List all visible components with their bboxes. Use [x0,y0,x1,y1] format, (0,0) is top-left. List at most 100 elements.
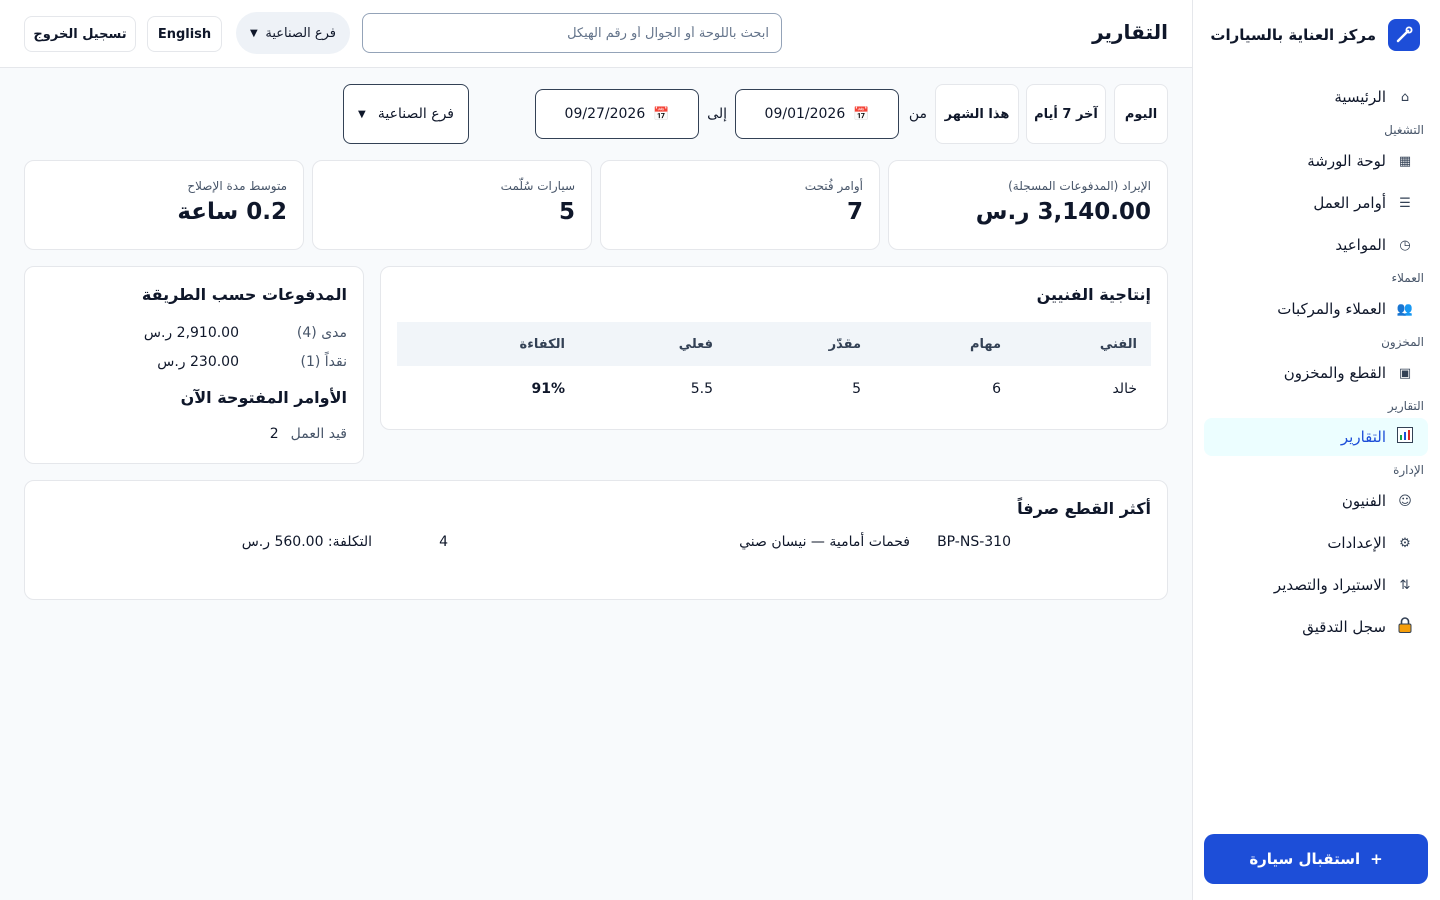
smiley-icon: ☺ [1398,493,1412,509]
branch-select-value: فرع الصناعية [265,25,336,41]
column-header: فعلي [565,322,713,366]
table-cell: 91% [531,381,565,397]
home-icon: ⌂ [1400,89,1410,105]
from-label: من [908,106,927,122]
wrench-icon [1388,19,1420,51]
payment-method: مدى (4) [296,324,347,341]
table-row: خالد 6 5 5.5 91% [397,366,1151,412]
kpi-label: أوامر فُتحت [804,179,863,193]
top-parts-card: أكثر القطع صرفاً BP-NS-310 فحمات أمامية … [24,480,1168,600]
sidebar-section-customers: العملاء [1391,271,1424,285]
payments-card: المدفوعات حسب الطريقة مدى (4) 2,910.00 ر… [24,266,364,464]
sidebar-item-settings[interactable]: ⚙ الإعدادات [1204,524,1428,562]
lock-icon [1396,617,1414,637]
receive-vehicle-button[interactable]: + استقبال سيارة [1204,834,1428,884]
column-header: الفني [1001,322,1151,366]
order-count: 2 [269,425,279,442]
language-button[interactable]: English [147,16,222,52]
bar-chart-icon [1396,427,1414,447]
kpi-card-avg-repair-time: متوسط مدة الإصلاح 0.2 ساعة [24,160,304,250]
kpi-card-cars-delivered: سيارات سُلّمت 5 [312,160,592,250]
kpi-label: الإيراد (المدفوعات المسجلة) [1008,179,1151,193]
filter-last7-button[interactable]: آخر 7 أيام [1026,84,1106,144]
section-title: المدفوعات حسب الطريقة [141,285,347,304]
calendar-icon: 📅 [653,106,670,122]
page-title: التقارير [1092,20,1168,44]
to-label: إلى [707,106,727,122]
table-header-row: الفني مهام مقدّر فعلي الكفاءة [397,322,1151,366]
sidebar-section-inventory: المخزون [1381,335,1424,349]
branch-select[interactable]: فرع الصناعية ▼ [236,12,350,54]
sidebar-item-label: سجل التدقيق [1302,618,1386,636]
tech-productivity-card: إنتاجية الفنيين الفني مهام مقدّر فعلي ال… [380,266,1168,430]
search-input[interactable] [362,13,782,53]
branch-filter-select[interactable]: فرع الصناعية ▼ [343,84,469,144]
sidebar-item-label: الفنيون [1341,492,1386,510]
users-icon: 👥 [1396,301,1414,317]
sidebar-section-admin: الإدارة [1393,463,1424,477]
column-header: مقدّر [713,322,861,366]
sidebar-item-label: القطع والمخزون [1283,364,1386,382]
payment-row: نقداً (1) 230.00 ر.س [41,347,347,376]
sidebar-item-label: الإعدادات [1327,534,1386,552]
kpi-value: 3,140.00 ر.س [975,199,1151,225]
sidebar-nav: ⌂ الرئيسية التشغيل ▦ لوحة الورشة ☰ أوامر… [1204,78,1428,650]
sidebar-item-label: المواعيد [1335,236,1386,254]
sidebar-section-operations: التشغيل [1384,123,1424,137]
swap-arrows-icon: ⇅ [1399,577,1411,593]
receive-vehicle-label: استقبال سيارة [1249,850,1361,868]
sidebar-item-reports[interactable]: التقارير [1204,418,1428,456]
tech-productivity-table: الفني مهام مقدّر فعلي الكفاءة خالد 6 5 5… [397,322,1151,412]
topbar: التقارير فرع الصناعية ▼ English تسجيل ال… [0,0,1192,68]
payments-list: مدى (4) 2,910.00 ر.س نقداً (1) 230.00 ر.… [41,318,347,376]
chevron-down-icon: ▼ [358,108,366,120]
kpi-card-revenue: الإيراد (المدفوعات المسجلة) 3,140.00 ر.س [888,160,1168,250]
chevron-down-icon: ▼ [250,27,258,39]
sidebar-item-import-export[interactable]: ⇅ الاستيراد والتصدير [1204,566,1428,604]
section-title: الأوامر المفتوحة الآن [180,388,347,407]
payment-amount: 2,910.00 ر.س [143,324,239,341]
sidebar-item-workshop-board[interactable]: ▦ لوحة الورشة [1204,142,1428,180]
kpi-label: سيارات سُلّمت [500,179,575,193]
sidebar-item-appointments[interactable]: ◷ المواعيد [1204,226,1428,264]
list-icon: ☰ [1399,195,1411,211]
table-cell: خالد [1112,381,1137,397]
payment-method: نقداً (1) [300,353,347,370]
table-cell: 5.5 [690,381,713,397]
from-date-input[interactable]: 09/01/2026 📅 [735,89,899,139]
kpi-value: 7 [846,199,863,225]
payment-row: مدى (4) 2,910.00 ر.س [41,318,347,347]
sidebar-item-label: الرئيسية [1334,88,1386,106]
logout-button[interactable]: تسجيل الخروج [24,16,136,52]
section-title: إنتاجية الفنيين [1036,285,1151,304]
column-header: الكفاءة [397,322,565,366]
box-icon: ▣ [1398,365,1412,381]
table-cell: 5 [852,381,861,397]
sidebar-item-label: الاستيراد والتصدير [1273,576,1386,594]
sidebar-item-label: أوامر العمل [1313,194,1386,212]
brand-name: مركز العناية بالسيارات [1210,26,1376,44]
sidebar-section-reports: التقارير [1387,399,1424,413]
sidebar-item-home[interactable]: ⌂ الرئيسية [1204,78,1428,116]
filter-today-button[interactable]: اليوم [1114,84,1168,144]
to-date-value: 09/27/2026 [564,106,646,122]
part-cost: التكلفة: 560.00 ر.س [241,534,372,550]
sidebar-item-customers-vehicles[interactable]: 👥 العملاء والمركبات [1204,290,1428,328]
to-date-input[interactable]: 09/27/2026 📅 [535,89,699,139]
sidebar-item-work-orders[interactable]: ☰ أوامر العمل [1204,184,1428,222]
part-sku: BP-NS-310 [937,534,1011,550]
part-qty: 4 [439,534,448,550]
calendar-icon: 📅 [853,106,870,122]
brand[interactable]: مركز العناية بالسيارات [1210,19,1420,51]
sidebar-item-label: العملاء والمركبات [1277,300,1386,318]
kpi-value: 0.2 ساعة [177,199,287,225]
grid-icon: ▦ [1398,153,1412,169]
filter-this-month-button[interactable]: هذا الشهر [935,84,1019,144]
kpi-label: متوسط مدة الإصلاح [187,179,287,193]
list-item: BP-NS-310 فحمات أمامية — نيسان صني 4 الت… [41,534,1151,564]
sidebar-item-parts-inventory[interactable]: ▣ القطع والمخزون [1204,354,1428,392]
sidebar-item-audit-log[interactable]: سجل التدقيق [1204,608,1428,646]
kpi-card-orders-opened: أوامر فُتحت 7 [600,160,880,250]
plus-icon: + [1370,850,1383,868]
sidebar-item-technicians[interactable]: ☺ الفنيون [1204,482,1428,520]
